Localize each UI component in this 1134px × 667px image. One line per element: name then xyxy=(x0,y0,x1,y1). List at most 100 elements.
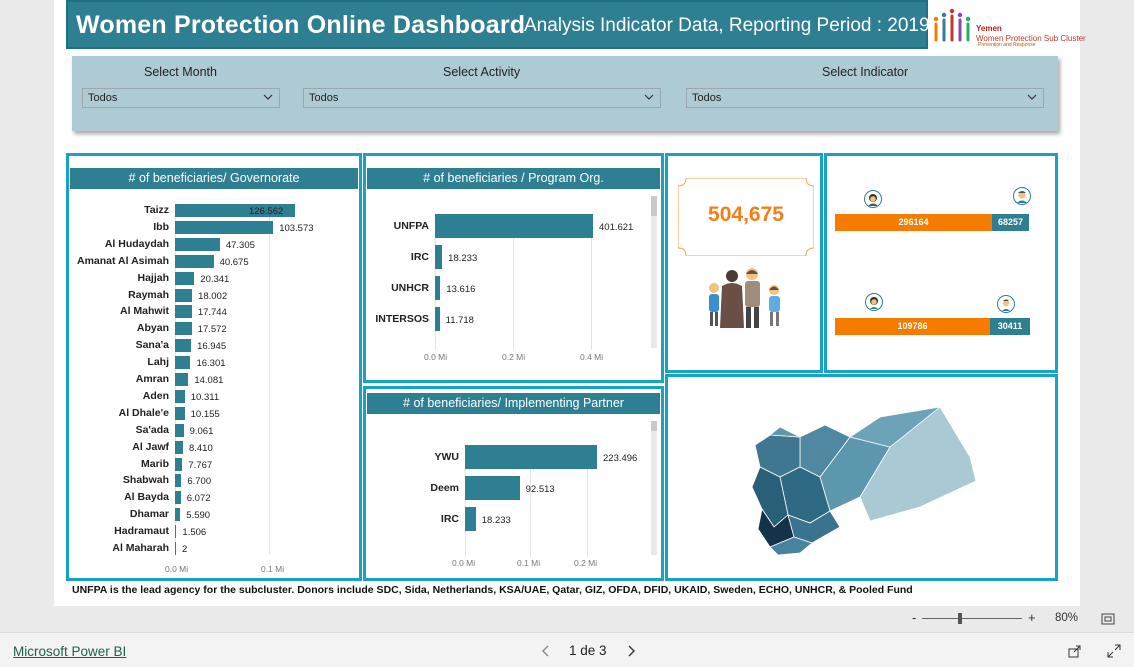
data-bar[interactable] xyxy=(175,356,191,370)
data-bar[interactable] xyxy=(435,214,593,238)
men-count-bar[interactable]: 68257 xyxy=(992,214,1029,231)
data-value-label: 126.562 xyxy=(249,206,284,217)
category-label: YWU xyxy=(434,451,460,463)
man-icon xyxy=(1013,187,1031,205)
data-value-label: 5.590 xyxy=(186,510,211,522)
data-value-label: 18.233 xyxy=(481,515,511,526)
category-label: Deem xyxy=(430,482,459,494)
data-value-label: 2 xyxy=(182,544,188,555)
data-bar[interactable] xyxy=(465,445,597,469)
data-bar[interactable] xyxy=(175,271,195,285)
girls-count-bar[interactable]: 109786 xyxy=(835,318,990,335)
indicator-select[interactable]: Todos xyxy=(686,88,1044,108)
total-frame: 504,675 xyxy=(678,178,814,256)
fullscreen-icon[interactable] xyxy=(1107,644,1121,658)
category-label: Sana'a xyxy=(135,339,169,352)
category-label: INTERSOS xyxy=(375,313,429,325)
category-label: Al Mahwit xyxy=(120,305,169,318)
data-bar[interactable] xyxy=(175,491,181,505)
data-value-label: 17.744 xyxy=(197,307,227,319)
data-value-label: 6.700 xyxy=(187,476,212,488)
girl-icon xyxy=(865,293,883,311)
power-bi-link[interactable]: Microsoft Power BI xyxy=(13,644,126,659)
data-bar[interactable] xyxy=(435,307,440,331)
women-count-bar[interactable]: 296164 xyxy=(835,214,992,231)
program-chart-scrollbar[interactable] xyxy=(651,196,657,348)
people-logo-icon xyxy=(933,8,971,42)
program-org-chart-panel: # of beneficiaries / Program Org. UNFPA 4… xyxy=(363,153,664,383)
data-value-label: 14.081 xyxy=(194,375,224,386)
data-bar[interactable] xyxy=(175,322,192,336)
governorate-bar-chart[interactable]: Taizz 126.562 Ibb 103.573 Al Hudaydah 47.305 A… xyxy=(69,156,359,578)
partner-chart-scrollbar[interactable] xyxy=(651,421,657,555)
activity-select[interactable]: Todos xyxy=(303,88,661,108)
data-bar[interactable] xyxy=(175,305,192,319)
category-label: Amanat Al Asimah xyxy=(77,254,169,267)
data-bar[interactable] xyxy=(175,440,183,454)
x-tick-label: 0.1 Mi xyxy=(517,558,541,568)
boys-count-bar[interactable]: 30411 xyxy=(990,318,1030,335)
data-value-label: 18.233 xyxy=(448,253,478,264)
data-bar[interactable] xyxy=(175,406,185,420)
data-value-label: 10.155 xyxy=(190,408,220,420)
data-bar[interactable] xyxy=(175,373,189,386)
data-bar[interactable] xyxy=(175,288,193,302)
data-value-label: 103.573 xyxy=(279,222,314,234)
dashboard-title: Women Protection Online Dashboard xyxy=(76,11,526,39)
zoom-level: 80% xyxy=(1055,612,1079,624)
data-bar[interactable] xyxy=(175,423,184,437)
category-label: UNFPA xyxy=(393,220,429,232)
next-page-icon[interactable] xyxy=(626,645,636,657)
data-value-label: 40.675 xyxy=(219,256,249,268)
month-select-value: Todos xyxy=(88,92,118,104)
gridline xyxy=(269,204,270,554)
data-bar[interactable] xyxy=(175,474,182,488)
filter-panel: Select Month Select Activity Select Indi… xyxy=(72,56,1058,131)
zoom-toolbar: - + 80% xyxy=(0,606,1134,632)
share-icon[interactable] xyxy=(1068,644,1082,658)
zoom-slider-track[interactable] xyxy=(922,618,1022,619)
data-value-label: 20.341 xyxy=(200,273,230,285)
zoom-in-button[interactable]: + xyxy=(1028,610,1036,625)
data-bar[interactable] xyxy=(435,245,443,269)
data-bar[interactable] xyxy=(175,457,183,471)
data-value-label: 10.311 xyxy=(190,391,220,403)
previous-page-icon[interactable] xyxy=(541,645,551,657)
data-bar[interactable] xyxy=(435,276,441,300)
total-beneficiaries-value: 504,675 xyxy=(708,203,784,226)
data-value-label: 11.718 xyxy=(445,315,474,326)
data-value-label: 16.301 xyxy=(196,358,226,370)
data-value-label: 47.305 xyxy=(225,239,255,251)
zoom-slider-thumb[interactable] xyxy=(958,613,962,624)
program-org-bar-chart[interactable]: UNFPA 401.621 IRC 18.233 UNHCR 13.616 INTERSOS… xyxy=(366,156,661,380)
fit-to-page-icon[interactable] xyxy=(1101,613,1115,625)
data-bar[interactable] xyxy=(465,507,476,531)
implementing-partner-bar-chart[interactable]: YWU 223.496 Deem 92.513 IRC 18.233 xyxy=(366,389,661,578)
month-select[interactable]: Todos xyxy=(82,88,280,108)
x-tick-label: 0.2 Mi xyxy=(574,558,598,568)
data-bar[interactable] xyxy=(465,476,520,500)
data-bar[interactable] xyxy=(175,525,177,539)
chevron-down-icon xyxy=(644,94,654,100)
category-label: Hadramaut xyxy=(114,525,169,538)
data-bar[interactable] xyxy=(175,220,274,234)
data-bar[interactable] xyxy=(175,339,192,353)
data-value-label: 9.061 xyxy=(189,425,214,437)
month-filter-label: Select Month xyxy=(144,65,217,79)
boy-icon xyxy=(997,295,1015,313)
data-bar[interactable] xyxy=(175,542,176,555)
data-bar[interactable] xyxy=(175,508,181,522)
data-bar[interactable] xyxy=(175,254,214,268)
data-value-label: 13.616 xyxy=(446,284,476,295)
data-bar[interactable] xyxy=(175,389,185,403)
data-value-label: 6.072 xyxy=(186,493,211,505)
yemen-choropleth-map[interactable] xyxy=(740,397,1000,557)
data-value-label: 401.621 xyxy=(599,222,634,233)
cluster-logo: Yemen Women Protection Sub Cluster Preve… xyxy=(930,4,1086,50)
indicator-select-value: Todos xyxy=(692,92,722,104)
x-tick-label: 0.4 Mi xyxy=(580,352,604,362)
data-bar[interactable] xyxy=(175,237,220,251)
implementing-partner-chart-panel: # of beneficiaries/ Implementing Partner… xyxy=(363,386,664,581)
zoom-out-button[interactable]: - xyxy=(912,610,916,625)
category-label: Dhamar xyxy=(129,508,169,521)
